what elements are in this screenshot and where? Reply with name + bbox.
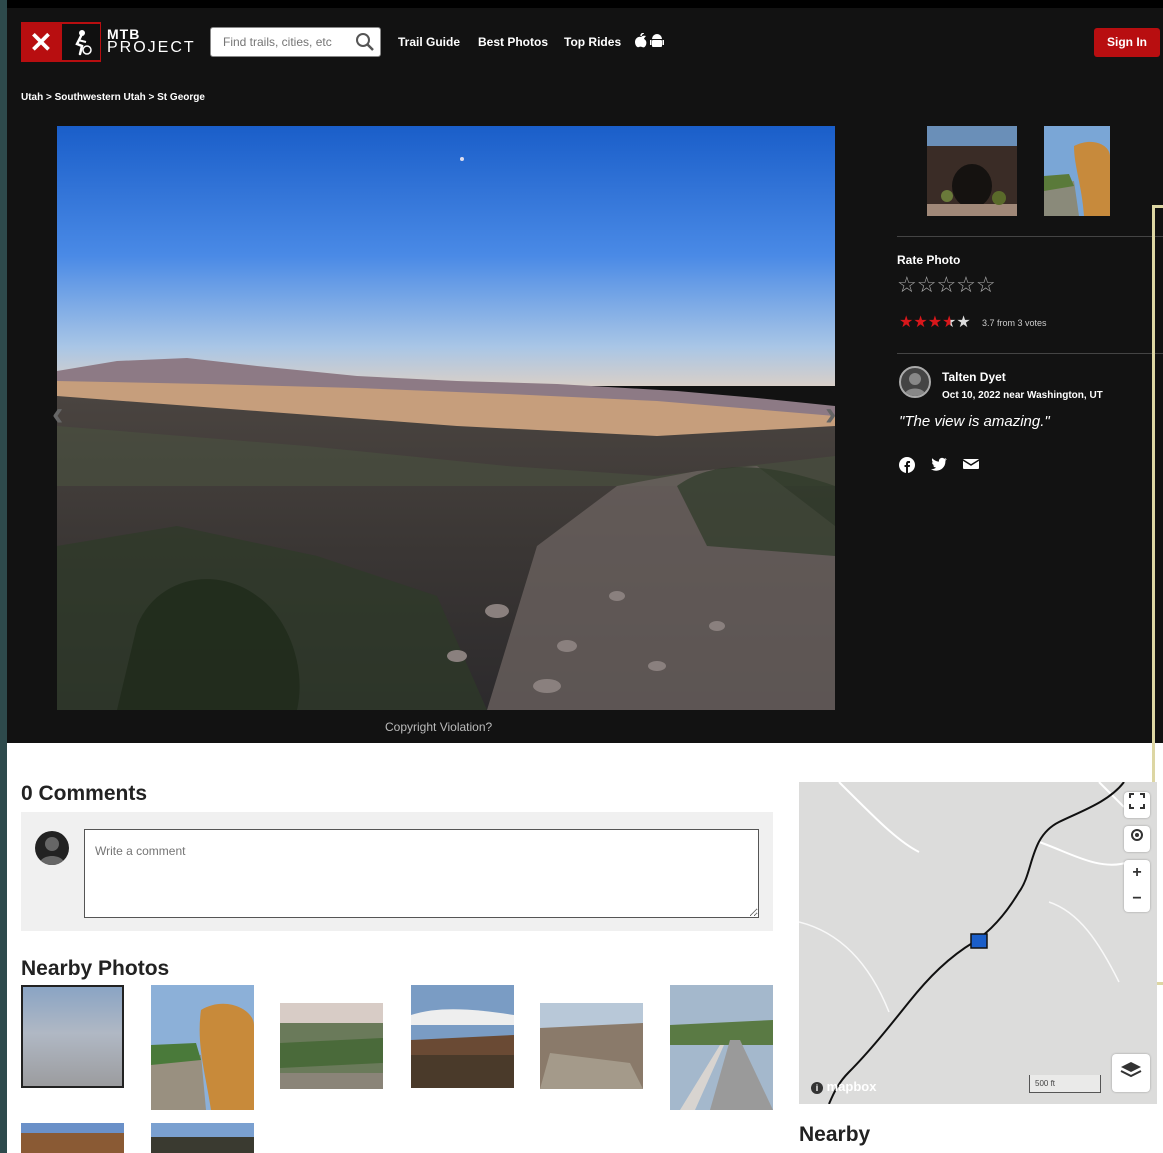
photo-thumbnail[interactable] <box>927 126 1017 216</box>
nearby-photo[interactable] <box>151 985 254 1110</box>
main-photo[interactable] <box>57 126 835 710</box>
rate-photo-label: Rate Photo <box>897 253 961 267</box>
zoom-out-button[interactable]: − <box>1124 886 1150 912</box>
copyright-violation-link[interactable]: Copyright Violation? <box>385 720 492 734</box>
comments-heading: 0 Comments <box>21 782 148 805</box>
mapbox-logo: mapbox <box>826 1079 877 1094</box>
map-locate-control[interactable] <box>1124 826 1150 852</box>
author-date-location: Oct 10, 2022 near Washington, UT <box>942 390 1103 401</box>
comment-box <box>21 812 773 931</box>
breadcrumb[interactable]: Utah > Southwestern Utah > St George <box>21 92 205 103</box>
nearby-photo[interactable] <box>411 985 514 1088</box>
cyclist-logo-icon <box>62 24 100 60</box>
sign-in-button[interactable]: Sign In <box>1094 28 1160 57</box>
avatar[interactable] <box>899 366 931 398</box>
logo-text[interactable]: MTB PROJECT <box>107 27 196 56</box>
android-icon[interactable] <box>650 33 664 52</box>
author-name[interactable]: Talten Dyet <box>942 370 1006 384</box>
mtb-project-logo[interactable]: ✕ <box>21 22 101 62</box>
nav-top-rides[interactable]: Top Rides <box>564 35 621 49</box>
search-box <box>210 27 381 57</box>
next-photo-icon[interactable]: › <box>825 395 836 434</box>
twitter-icon[interactable] <box>931 457 947 474</box>
nearby-photo[interactable] <box>21 985 124 1088</box>
layers-button[interactable] <box>1112 1054 1150 1092</box>
divider <box>897 353 1163 354</box>
nearby-photo[interactable] <box>151 1123 254 1153</box>
rate-photo-stars[interactable]: ☆☆☆☆☆ <box>897 272 996 298</box>
nearby-photo[interactable] <box>670 985 773 1110</box>
x-logo-icon: ✕ <box>29 26 53 58</box>
top-strip <box>7 0 1163 8</box>
layers-icon <box>1120 1061 1142 1086</box>
comment-input[interactable] <box>84 829 759 918</box>
nearby-heading: Nearby <box>799 1123 871 1146</box>
nearby-photos-heading: Nearby Photos <box>21 957 170 980</box>
votes-count: 3.7 from 3 votes <box>982 318 1047 328</box>
avatar <box>35 831 69 865</box>
nav-best-photos[interactable]: Best Photos <box>478 35 548 49</box>
locate-icon[interactable] <box>1124 826 1150 852</box>
trail-map[interactable]: + − i mapbox 500 ft <box>799 782 1157 1104</box>
page-frame: ✕ MTB PROJECT Trail Guide Best Photos To… <box>7 0 1163 1153</box>
site-header: ✕ MTB PROJECT Trail Guide Best Photos To… <box>7 8 1163 78</box>
average-rating-stars: ★★★★★ <box>899 314 971 331</box>
info-icon[interactable]: i <box>811 1082 823 1094</box>
photo-caption: "The view is amazing." <box>899 413 1050 430</box>
photo-thumbnail[interactable] <box>1044 126 1110 216</box>
logo-text-project: PROJECT <box>107 39 196 56</box>
fullscreen-icon[interactable] <box>1124 792 1150 818</box>
nearby-photo[interactable] <box>540 1003 643 1089</box>
map-scale: 500 ft <box>1029 1075 1101 1093</box>
nav-trail-guide[interactable]: Trail Guide <box>398 35 460 49</box>
facebook-icon[interactable] <box>899 457 915 476</box>
nearby-photo[interactable] <box>21 1123 124 1153</box>
search-input[interactable] <box>211 28 351 56</box>
mapbox-attribution[interactable]: i mapbox <box>811 1079 876 1094</box>
search-icon[interactable] <box>355 32 375 57</box>
apple-icon[interactable] <box>634 32 648 52</box>
zoom-in-button[interactable]: + <box>1124 860 1150 886</box>
map-fullscreen-control[interactable] <box>1124 792 1150 818</box>
map-zoom-control[interactable]: + − <box>1124 860 1150 912</box>
nearby-photo[interactable] <box>280 1003 383 1089</box>
divider <box>897 236 1163 237</box>
email-icon[interactable] <box>962 457 980 473</box>
previous-photo-icon[interactable]: ‹ <box>52 395 63 434</box>
